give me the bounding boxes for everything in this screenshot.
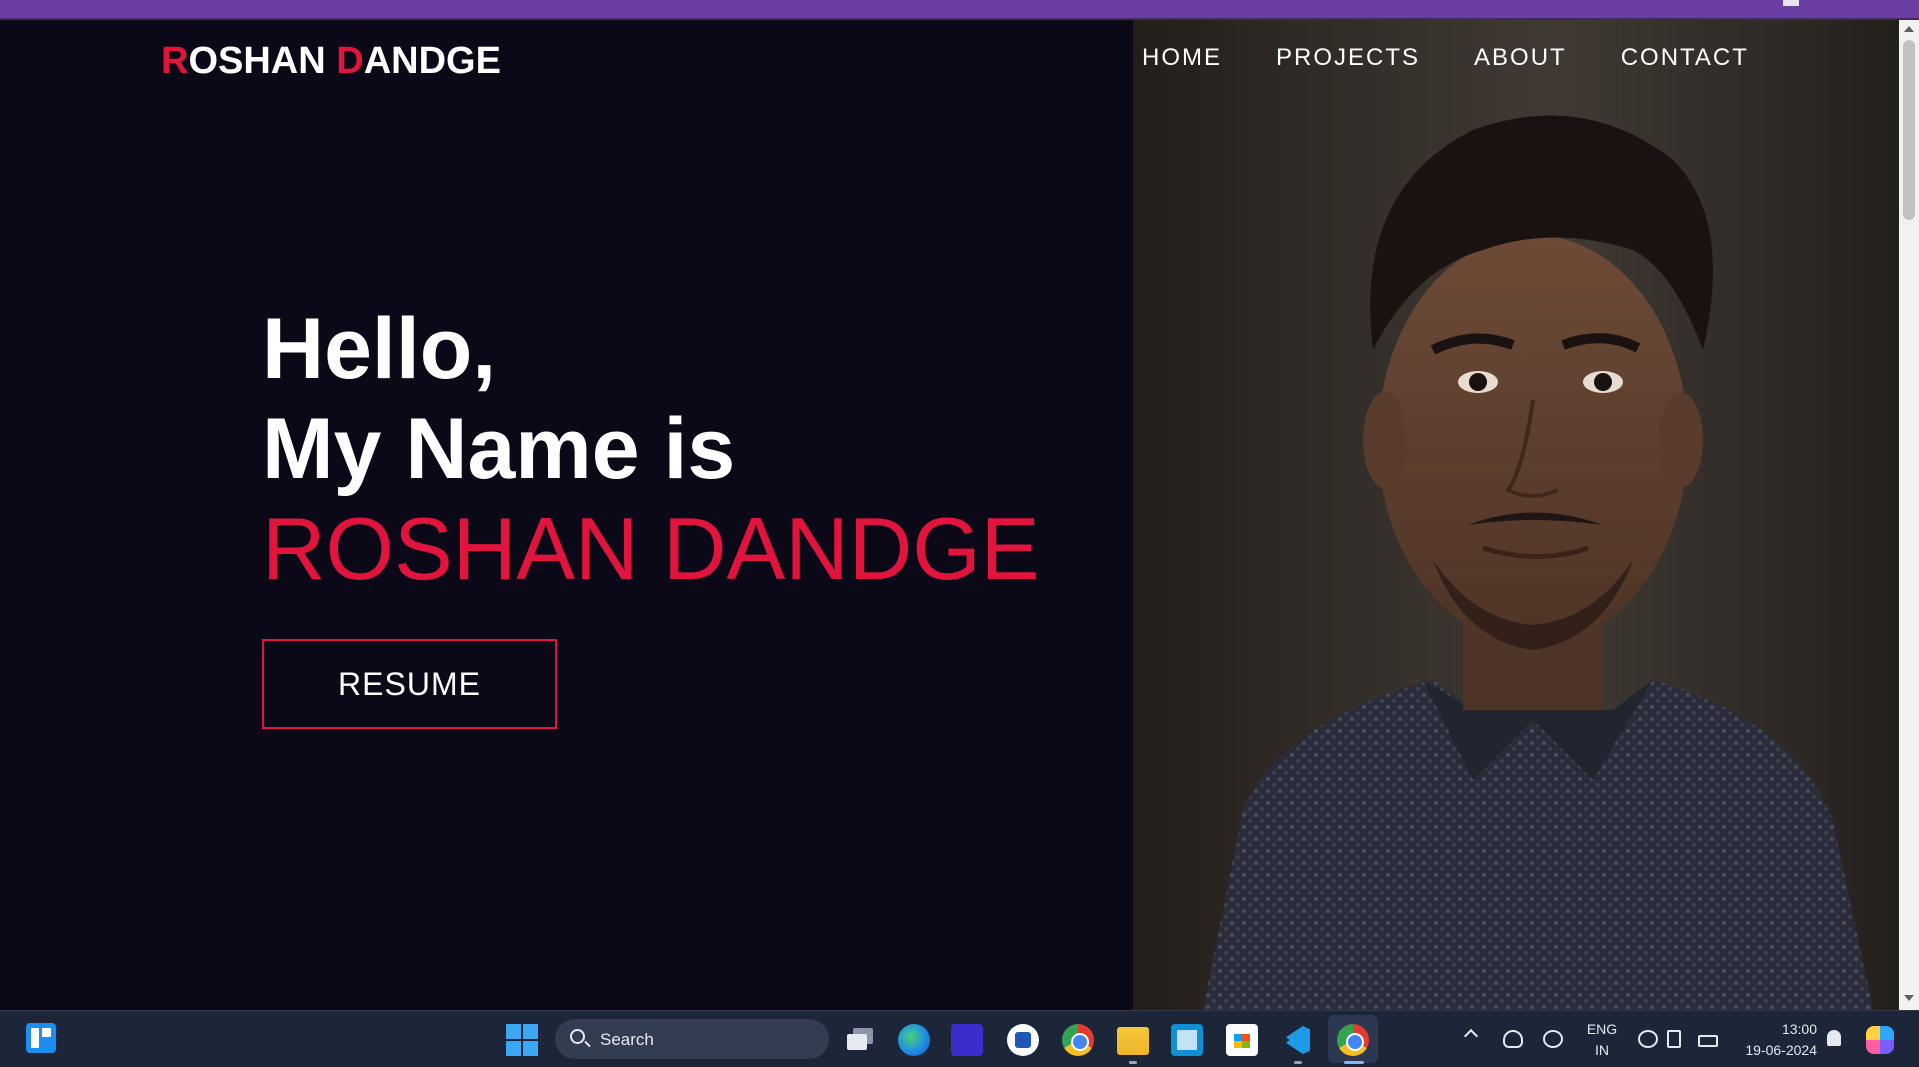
- clock-date[interactable]: 19-06-2024: [1745, 1042, 1817, 1058]
- file-explorer-icon[interactable]: [1117, 1027, 1149, 1055]
- active-indicator: [1344, 1061, 1364, 1064]
- scroll-thumb[interactable]: [1903, 40, 1915, 220]
- copilot-icon[interactable]: [1866, 1026, 1894, 1054]
- volume-icon[interactable]: [1667, 1030, 1681, 1048]
- logo-text-last: ANDGE: [363, 40, 501, 82]
- word-icon[interactable]: [1007, 1024, 1039, 1056]
- top-navigation: ROSHAN DANDGE HOME PROJECTS ABOUT CONTAC…: [0, 20, 1899, 100]
- running-indicator: [1129, 1061, 1137, 1064]
- logo-initial-r: R: [161, 40, 189, 82]
- sync-icon[interactable]: [1543, 1030, 1563, 1048]
- widgets-icon[interactable]: [26, 1023, 56, 1053]
- screen: ROSHAN DANDGE HOME PROJECTS ABOUT CONTAC…: [0, 0, 1919, 1067]
- window-control-icon[interactable]: [1783, 0, 1799, 6]
- browser-top-strip: [0, 0, 1919, 20]
- nav-links: HOME PROJECTS ABOUT CONTACT: [1142, 44, 1749, 72]
- site-logo[interactable]: ROSHAN DANDGE: [161, 40, 501, 83]
- task-view-icon[interactable]: [843, 1024, 875, 1056]
- scroll-down-icon[interactable]: [1904, 995, 1914, 1001]
- language-indicator[interactable]: ENG: [1584, 1021, 1620, 1037]
- portrait-photo: [1133, 20, 1899, 1010]
- hero-greeting: Hello,: [262, 301, 497, 397]
- page-scrollbar[interactable]: [1899, 20, 1919, 1010]
- edge-icon[interactable]: [898, 1024, 930, 1056]
- nav-projects[interactable]: PROJECTS: [1276, 44, 1420, 72]
- battery-icon[interactable]: [1698, 1035, 1718, 1047]
- chevron-up-icon[interactable]: [1463, 1028, 1479, 1044]
- clock-time[interactable]: 13:00: [1782, 1021, 1817, 1037]
- logo-initial-d: D: [336, 40, 364, 82]
- hero-intro: My Name is: [262, 401, 736, 497]
- nav-about[interactable]: ABOUT: [1474, 44, 1567, 72]
- network-icon[interactable]: [1638, 1030, 1658, 1048]
- logo-text-first: OSHAN: [188, 40, 337, 82]
- sticky-notes-icon[interactable]: [1171, 1024, 1203, 1056]
- notification-bell-icon[interactable]: [1827, 1030, 1841, 1046]
- running-indicator: [1294, 1061, 1302, 1064]
- store-icon[interactable]: [1226, 1024, 1258, 1056]
- region-indicator[interactable]: IN: [1584, 1042, 1620, 1058]
- scroll-up-icon[interactable]: [1904, 26, 1914, 32]
- hero-section: Hello, My Name is ROSHAN DANDGE: [262, 299, 1039, 599]
- start-icon[interactable]: [506, 1024, 538, 1056]
- chrome-icon[interactable]: [1062, 1024, 1094, 1056]
- vector-app-icon[interactable]: [951, 1024, 983, 1056]
- vscode-icon[interactable]: [1282, 1024, 1314, 1056]
- portrait-illustration: [1133, 20, 1899, 1010]
- cloud-icon[interactable]: [1503, 1030, 1523, 1048]
- search-icon: [570, 1029, 585, 1044]
- chrome-active-icon[interactable]: [1337, 1024, 1369, 1056]
- portfolio-page: ROSHAN DANDGE HOME PROJECTS ABOUT CONTAC…: [0, 20, 1899, 1010]
- nav-home[interactable]: HOME: [1142, 44, 1222, 72]
- search-placeholder: Search: [600, 1030, 654, 1049]
- hero-name: ROSHAN DANDGE: [262, 499, 1040, 598]
- taskbar-search[interactable]: Search: [555, 1019, 829, 1059]
- resume-button[interactable]: RESUME: [262, 639, 557, 729]
- nav-contact[interactable]: CONTACT: [1621, 44, 1749, 72]
- windows-taskbar: Search ENG IN 13:00 19-06-2024: [0, 1010, 1919, 1067]
